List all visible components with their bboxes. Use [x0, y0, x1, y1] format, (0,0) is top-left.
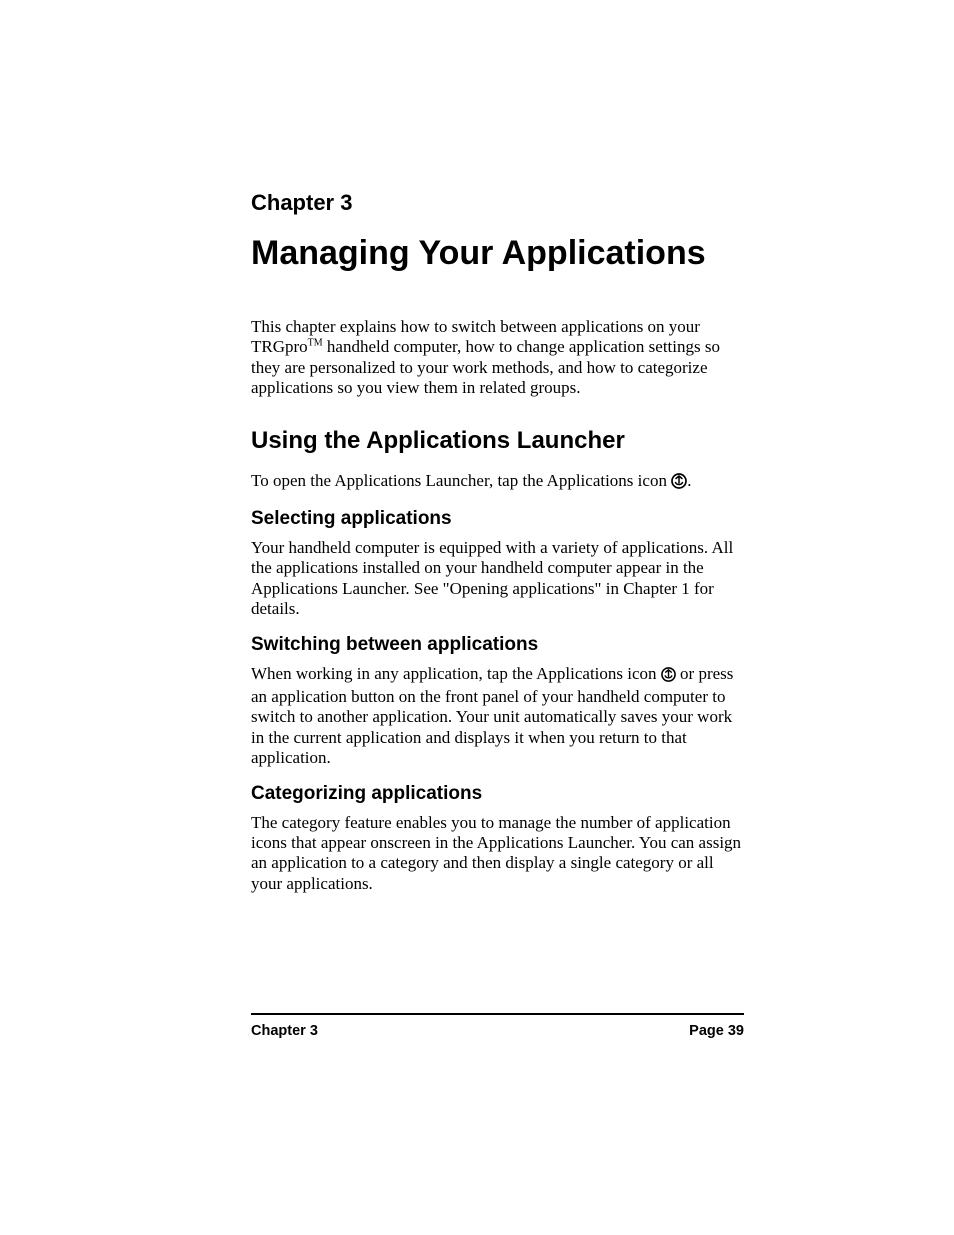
subheading-categorizing: Categorizing applications	[251, 783, 744, 805]
selecting-paragraph: Your handheld computer is equipped with …	[251, 538, 744, 620]
applications-icon	[671, 473, 687, 494]
trademark-symbol: TM	[308, 338, 323, 349]
chapter-label: Chapter 3	[251, 190, 744, 216]
footer-chapter-label: Chapter 3	[251, 1023, 318, 1039]
categorizing-paragraph: The category feature enables you to mana…	[251, 813, 744, 895]
switching-text-a: When working in any application, tap the…	[251, 664, 661, 683]
page-footer: Chapter 3 Page 39	[251, 1013, 744, 1039]
intro-paragraph: This chapter explains how to switch betw…	[251, 317, 744, 399]
chapter-title: Managing Your Applications	[251, 234, 744, 273]
subheading-switching: Switching between applications	[251, 634, 744, 656]
subheading-selecting: Selecting applications	[251, 508, 744, 530]
switching-paragraph: When working in any application, tap the…	[251, 664, 744, 769]
launcher-text-a: To open the Applications Launcher, tap t…	[251, 471, 671, 490]
footer-page-number: Page 39	[689, 1023, 744, 1039]
launcher-text-b: .	[687, 471, 691, 490]
launcher-open-paragraph: To open the Applications Launcher, tap t…	[251, 471, 744, 494]
section-heading-launcher: Using the Applications Launcher	[251, 427, 744, 455]
applications-icon	[661, 667, 676, 687]
